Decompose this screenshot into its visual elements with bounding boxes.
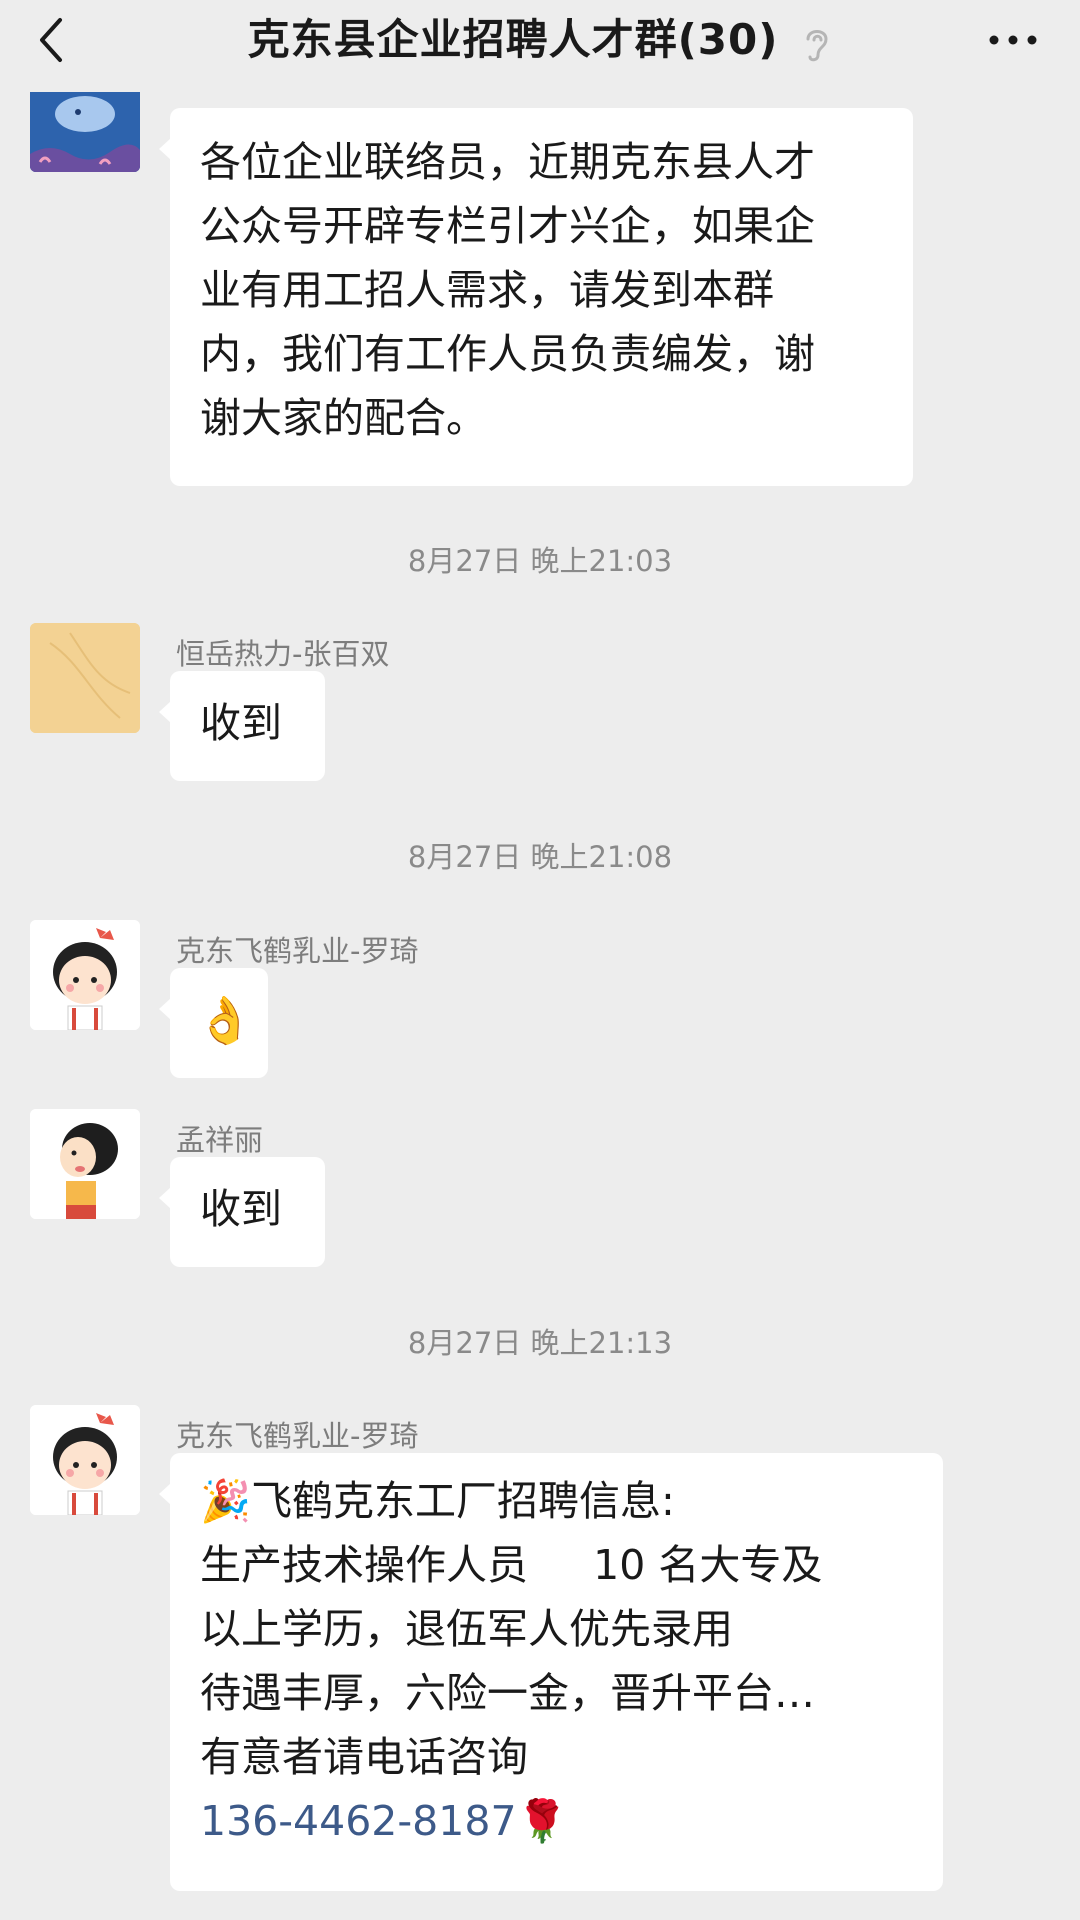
ear-icon[interactable] xyxy=(802,23,832,63)
rose-emoji: 🌹 xyxy=(516,1797,568,1845)
cartoon-girl-avatar-image xyxy=(30,1405,140,1515)
message-line-text: 飞鹤克东工厂招聘信息: xyxy=(251,1477,675,1525)
message-line: 内，我们有工作人员负责编发，谢 xyxy=(200,330,815,378)
avatar[interactable] xyxy=(30,1109,140,1219)
sender-name: 孟祥丽 xyxy=(176,1123,264,1157)
message-line: 生产技术操作人员 10 名大专及 xyxy=(200,1541,823,1589)
ocean-avatar-image xyxy=(30,92,140,172)
chat-header: 克东县企业招聘人才群(30) xyxy=(0,0,1080,80)
chat-title: 克东县企业招聘人才群(30) xyxy=(0,12,1080,68)
cartoon-woman-avatar-image xyxy=(30,1109,140,1219)
chat-title-text: 克东县企业招聘人才群(30) xyxy=(247,15,779,64)
sender-name: 恒岳热力-张百双 xyxy=(176,637,390,671)
avatar[interactable] xyxy=(30,920,140,1030)
timestamp: 8月27日 晚上21:08 xyxy=(407,840,673,874)
message-bubble[interactable]: 收到 xyxy=(159,671,325,781)
more-dots-icon xyxy=(989,35,1037,45)
message-line: 公众号开辟专栏引才兴企，如果企 xyxy=(200,202,815,250)
sender-name: 克东飞鹤乳业-罗琦 xyxy=(176,1419,419,1453)
message-line: 以上学历，退伍军人优先录用 xyxy=(200,1605,733,1653)
timestamp: 8月27日 晚上21:03 xyxy=(407,544,673,578)
message-bubble[interactable]: 收到 xyxy=(159,1157,325,1267)
timestamp: 8月27日 晚上21:13 xyxy=(407,1326,673,1360)
message-line: 有意者请电话咨询 xyxy=(200,1733,528,1781)
message-bubble[interactable]: 🎉飞鹤克东工厂招聘信息: 生产技术操作人员 10 名大专及 以上学历，退伍军人优… xyxy=(159,1453,943,1891)
avatar[interactable] xyxy=(30,92,140,172)
message-text: 收到 xyxy=(200,699,282,747)
message-line: 待遇丰厚，六险一金，晋升平台… xyxy=(200,1669,815,1717)
sand-avatar-image xyxy=(30,623,140,733)
message-line: 业有用工招人需求，请发到本群 xyxy=(200,266,774,314)
message-line: 136-4462-8187🌹 xyxy=(200,1789,913,1853)
avatar[interactable] xyxy=(30,623,140,733)
message-line: 各位企业联络员，近期克东县人才 xyxy=(200,138,815,186)
more-button[interactable] xyxy=(986,26,1040,54)
message-text: 收到 xyxy=(200,1185,282,1233)
cartoon-girl-avatar-image xyxy=(30,920,140,1030)
phone-number-link[interactable]: 136-4462-8187 xyxy=(200,1797,517,1845)
party-popper-emoji: 🎉 xyxy=(200,1477,252,1525)
sender-name: 克东飞鹤乳业-罗琦 xyxy=(176,934,419,968)
message-bubble[interactable]: 👌 xyxy=(159,968,268,1078)
message-bubble[interactable]: 各位企业联络员，近期克东县人才 公众号开辟专栏引才兴企，如果企 业有用工招人需求… xyxy=(159,108,913,486)
avatar[interactable] xyxy=(30,1405,140,1515)
ok-hand-emoji: 👌 xyxy=(196,993,254,1047)
message-line: 🎉飞鹤克东工厂招聘信息: xyxy=(200,1469,913,1533)
message-line: 谢大家的配合。 xyxy=(200,394,487,442)
